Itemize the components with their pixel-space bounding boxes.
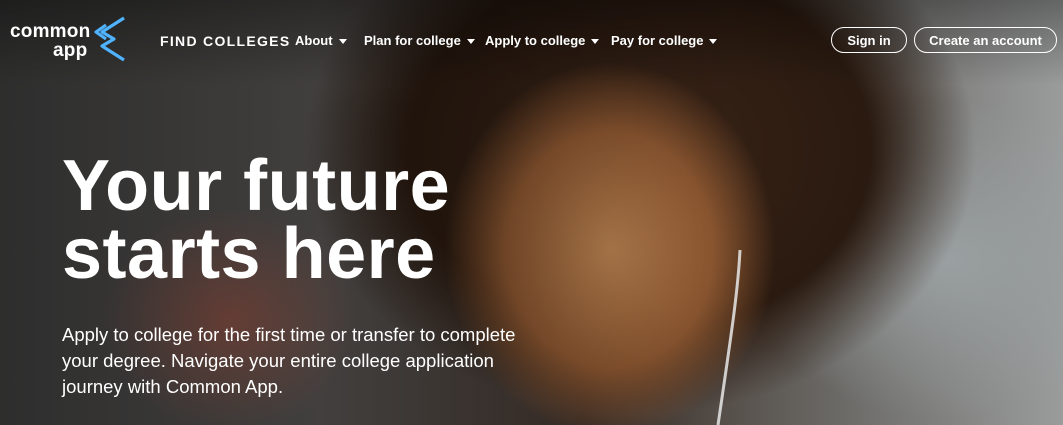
- nav-menu-about[interactable]: About: [295, 33, 347, 48]
- hero-title-line-2: starts here: [62, 214, 436, 294]
- common-app-logo[interactable]: common app: [10, 16, 130, 66]
- logo-word-app: app: [53, 40, 88, 61]
- find-colleges-link[interactable]: FIND COLLEGES: [160, 33, 290, 49]
- hero-subtitle: Apply to college for the first time or t…: [62, 324, 516, 397]
- caret-down-icon: [338, 39, 347, 45]
- nav-menu-plan-label: Plan for college: [364, 33, 461, 48]
- caret-down-icon: [466, 39, 475, 45]
- nav-menu-about-label: About: [295, 33, 333, 48]
- caret-down-icon: [591, 39, 600, 45]
- hero-title-line-1: Your future: [62, 146, 451, 226]
- hero-section: common app FIND COLLEGES About Plan for …: [0, 0, 1063, 425]
- nav-menu-apply-label: Apply to college: [485, 33, 586, 48]
- nav-menu-pay-for-college[interactable]: Pay for college: [611, 33, 718, 48]
- nav-menu-apply-to-college[interactable]: Apply to college: [485, 33, 600, 48]
- caret-down-icon: [709, 39, 718, 45]
- sign-in-button[interactable]: Sign in: [831, 27, 907, 53]
- nav-menu-plan-for-college[interactable]: Plan for college: [364, 33, 475, 48]
- create-account-button[interactable]: Create an account: [914, 27, 1057, 53]
- earphone-cable-image: [716, 250, 742, 425]
- logo-chevron-icon: [94, 16, 125, 62]
- top-navigation: common app FIND COLLEGES About Plan for …: [0, 0, 1063, 80]
- hero-title: Your future starts here: [62, 146, 451, 294]
- nav-menu-pay-label: Pay for college: [611, 33, 704, 48]
- logo-word-common: common: [10, 21, 91, 42]
